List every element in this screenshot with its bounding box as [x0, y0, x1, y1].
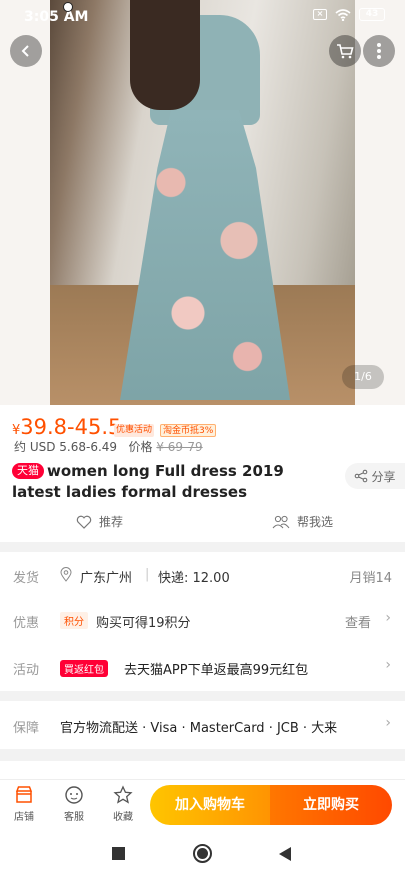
- help-select-button[interactable]: 帮我选: [272, 513, 333, 530]
- chevron-left-icon: [21, 45, 29, 57]
- more-vertical-icon: [377, 43, 381, 59]
- promo-tag: 优惠活动: [114, 424, 155, 437]
- favorite-button[interactable]: 收藏: [103, 785, 143, 823]
- tmall-badge: 天猫: [12, 463, 44, 479]
- activity-text: 去天猫APP下单返最高99元红包: [124, 663, 309, 678]
- monthly-sales: 月销14: [349, 571, 392, 586]
- heart-icon: [76, 515, 92, 529]
- cart-button[interactable]: [329, 35, 361, 67]
- express-fee: 快递: 12.00: [158, 571, 230, 586]
- battery-icon: 43: [359, 8, 385, 21]
- ship-location: 广东广州: [80, 571, 133, 586]
- product-title: 天猫 women long Full dress 2019 latest ladi…: [12, 462, 284, 501]
- guarantee-text: 官方物流配送 · Visa · MasterCard · JCB · 大来: [60, 721, 338, 736]
- price: ¥39.8-45.5: [12, 415, 122, 439]
- add-to-cart-button[interactable]: 加入购物车: [150, 785, 270, 825]
- gallery-pager: 1/6: [342, 365, 384, 389]
- discount-row[interactable]: 优惠 积分 购买可得19积分 查看 ›: [0, 599, 405, 643]
- users-icon: [272, 515, 290, 528]
- coin-tag: 淘金币抵3%: [160, 424, 217, 437]
- back-triangle-icon[interactable]: [278, 846, 292, 862]
- product-info: ¥39.8-45.5 优惠活动 淘金币抵3% 约 USD 5.68-6.49 价…: [0, 405, 405, 542]
- activity-row[interactable]: 活动 買返红包 去天猫APP下单返最高99元红包 ›: [0, 643, 405, 691]
- home-icon[interactable]: [193, 844, 212, 863]
- back-button[interactable]: [10, 35, 42, 67]
- price-sub: 约 USD 5.68-6.49 价格 ¥ 69-79: [14, 438, 203, 455]
- status-time: 3:05 AM: [24, 9, 89, 25]
- points-text: 购买可得19积分: [96, 616, 191, 631]
- cart-icon: [337, 44, 354, 59]
- product-page: 1/6 3:05 AM × 43 ¥39.8-45.5 优惠活动 淘金币抵3% …: [0, 0, 405, 878]
- status-bar: 3:05 AM × 43: [0, 0, 405, 34]
- star-icon: [113, 785, 133, 804]
- store-icon: [15, 786, 33, 803]
- orig-price: ¥ 69-79: [156, 440, 203, 454]
- wifi-icon: [335, 8, 351, 21]
- close-box-icon: ×: [313, 9, 327, 20]
- chevron-right-icon: ›: [385, 610, 391, 626]
- orig-price-label: 价格: [128, 440, 153, 454]
- buy-now-button[interactable]: 立即购买: [270, 785, 392, 825]
- recents-icon[interactable]: [112, 847, 125, 860]
- notification-icon: [63, 2, 73, 12]
- bottom-action-bar: 店铺 客服 收藏 加入购物车 立即购买: [0, 779, 405, 831]
- chevron-right-icon: ›: [385, 657, 391, 673]
- points-badge: 积分: [60, 612, 88, 629]
- usd-price: 约 USD 5.68-6.49: [14, 440, 118, 454]
- chat-icon: [65, 786, 83, 804]
- recommend-button[interactable]: 推荐: [76, 513, 123, 530]
- view-link[interactable]: 查看: [345, 612, 371, 631]
- chevron-right-icon: ›: [385, 715, 391, 731]
- guarantee-row[interactable]: 保障 官方物流配送 · Visa · MasterCard · JCB · 大来…: [0, 701, 405, 749]
- location-icon: [60, 567, 72, 582]
- share-icon: [355, 469, 368, 483]
- service-button[interactable]: 客服: [54, 785, 94, 823]
- system-nav-bar: [0, 831, 405, 878]
- redpacket-badge: 買返红包: [60, 660, 108, 677]
- share-button[interactable]: 分享: [345, 463, 405, 489]
- store-button[interactable]: 店铺: [4, 785, 44, 823]
- shipping-row[interactable]: 发货 广东广州 | 快递: 12.00 月销14: [0, 552, 405, 599]
- more-button[interactable]: [363, 35, 395, 67]
